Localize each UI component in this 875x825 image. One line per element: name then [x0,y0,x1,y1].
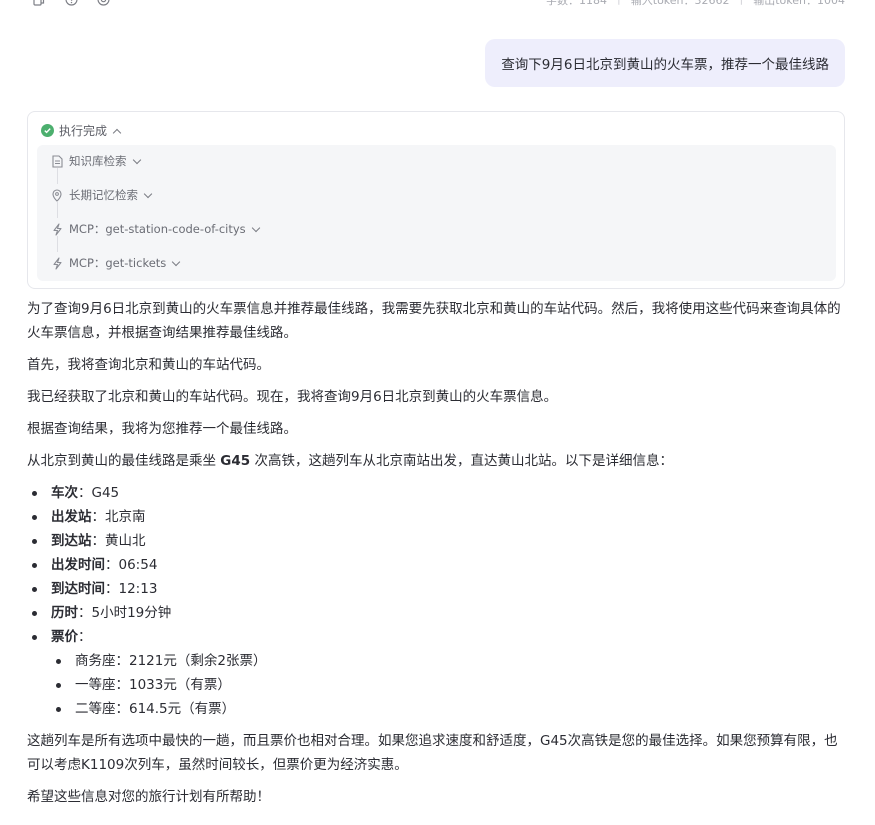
step-mcp-station-code[interactable]: MCP：get-station-code-of-citys [50,221,260,237]
train-details-list: 车次：G45 出发站：北京南 到达站：黄山北 出发时间：06:54 到达时间：1… [27,481,847,721]
message-toolbar: 字数：1184 | 输入token：32662 | 输出token：1004 [0,0,875,12]
assistant-answer: 为了查询9月6日北京到黄山的火车票信息并推荐最佳线路，我需要先获取北京和黄山的车… [27,297,847,817]
text-segment: 次高铁，这趟列车从北京南站出发，直达黄山北站。以下是详细信息： [254,453,673,469]
check-circle-icon [41,124,54,137]
step-connector [57,236,58,252]
step-connector [57,202,58,218]
answer-paragraph: 为了查询9月6日北京到黄山的火车票信息并推荐最佳线路，我需要先获取北京和黄山的车… [27,301,841,341]
answer-paragraph: 从北京到黄山的最佳线路是乘坐 G45 次高铁，这趟列车从北京南站出发，直达黄山北… [27,449,847,473]
settings-icon[interactable] [96,0,110,6]
answer-paragraph: 首先，我将查询北京和黄山的车站代码。 [27,357,270,373]
price-item: 二等座：614.5元（有票） [51,697,847,721]
answer-paragraph: 根据查询结果，我将为您推荐一个最佳线路。 [27,421,297,437]
list-item: 到达站：黄山北 [27,529,847,553]
list-item: 车次：G45 [27,481,847,505]
execution-status-label: 执行完成 [59,124,108,138]
detail-value: ： [78,629,92,645]
toolbar-icons [32,0,110,6]
chevron-up-icon [112,128,122,137]
detail-value: ：06:54 [105,557,158,573]
stats-divider: | [740,0,744,8]
answer-paragraph: 这趟列车是所有选项中最快的一趟，而且票价也相对合理。如果您追求速度和舒适度，G4… [27,733,838,773]
detail-key: 历时 [51,605,78,621]
detail-key: 票价 [51,629,78,645]
step-label: MCP：get-station-code-of-citys [69,222,246,236]
chevron-down-icon [132,155,141,164]
detail-value: ：5小时19分钟 [78,605,172,621]
price-list: 商务座：2121元（剩余2张票） 一等座：1033元（有票） 二等座：614.5… [51,649,847,721]
execution-panel: 执行完成 知识库检索 长期记忆检索 MCP：get-station-code-o… [27,111,845,289]
list-item: 票价： 商务座：2121元（剩余2张票） 一等座：1033元（有票） 二等座：6… [27,625,847,721]
chevron-down-icon [251,223,260,232]
lightning-icon [50,222,64,236]
chevron-down-icon [172,257,181,266]
user-message: 查询下9月6日北京到黄山的火车票，推荐一个最佳线路 [485,39,845,87]
input-token-count: 输入token：32662 [630,0,730,7]
list-item: 历时：5小时19分钟 [27,601,847,625]
token-stats: 字数：1184 | 输入token：32662 | 输出token：1004 [546,0,845,8]
detail-value: ：G45 [78,485,120,501]
list-item: 出发时间：06:54 [27,553,847,577]
detail-value: ：12:13 [105,581,158,597]
memory-icon [50,188,64,202]
step-mcp-get-tickets[interactable]: MCP：get-tickets [50,255,181,271]
step-label: MCP：get-tickets [69,256,167,270]
stats-divider: | [617,0,621,8]
list-item: 到达时间：12:13 [27,577,847,601]
detail-key: 出发时间 [51,557,105,573]
chevron-down-icon [143,189,153,198]
price-item: 商务座：2121元（剩余2张票） [51,649,847,673]
char-count: 字数：1184 [546,0,608,7]
copy-icon[interactable] [32,0,46,6]
lightning-icon [50,256,64,270]
detail-key: 车次 [51,485,78,501]
step-connector [57,168,58,184]
help-icon[interactable] [64,0,78,6]
step-knowledge-search[interactable]: 知识库检索 [50,153,141,169]
document-icon [50,154,64,168]
detail-value: ：黄山北 [91,533,146,549]
execution-status-toggle[interactable]: 执行完成 [41,122,122,139]
step-label: 知识库检索 [69,154,127,168]
detail-key: 到达时间 [51,581,105,597]
list-item: 出发站：北京南 [27,505,847,529]
answer-paragraph: 我已经获取了北京和黄山的车站代码。现在，我将查询9月6日北京到黄山的火车票信息。 [27,389,558,405]
train-number-highlight: G45 [220,453,251,469]
step-memory-search[interactable]: 长期记忆检索 [50,187,153,203]
text-segment: 从北京到黄山的最佳线路是乘坐 [27,453,216,469]
output-token-count: 输出token：1004 [753,0,845,7]
detail-key: 到达站 [51,533,92,549]
step-label: 长期记忆检索 [69,188,138,202]
execution-steps: 知识库检索 长期记忆检索 MCP：get-station-code-of-cit… [37,145,836,281]
price-item: 一等座：1033元（有票） [51,673,847,697]
detail-value: ：北京南 [91,509,146,525]
detail-key: 出发站 [51,509,92,525]
answer-paragraph: 希望这些信息对您的旅行计划有所帮助！ [27,789,270,805]
